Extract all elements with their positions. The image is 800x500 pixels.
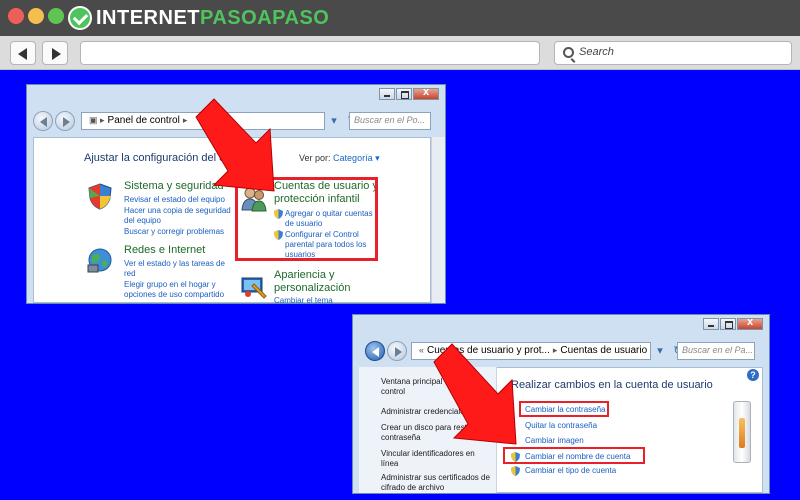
maximize-window-dot[interactable] <box>48 8 64 24</box>
link-change-picture[interactable]: Cambiar imagen <box>525 436 584 445</box>
red-arrow-icon <box>195 98 275 192</box>
link-homegroup[interactable]: Elegir grupo en el hogar y <box>124 280 216 290</box>
category-title-appearance-line2[interactable]: personalización <box>274 282 350 295</box>
left-pane-home-cont[interactable]: control <box>381 387 405 397</box>
user-accounts-window: «Cuentas de usuario y prot...▸Cuentas de… <box>352 314 770 494</box>
brand-name-part1: INTERNET <box>96 6 200 29</box>
minimize-window-dot[interactable] <box>28 8 44 24</box>
security-shield-icon <box>88 183 112 210</box>
vertical-scrollbar[interactable] <box>431 137 445 303</box>
link-network-status[interactable]: Ver el estado y las tareas de <box>124 259 225 269</box>
category-title-appearance-line1[interactable]: Apariencia y <box>274 269 335 282</box>
back-arrow-icon <box>18 48 27 60</box>
browser-titlebar: INTERNET PASOAPASO <box>0 0 800 36</box>
forward-arrow-icon <box>63 117 70 127</box>
left-pane-link-ids-cont[interactable]: línea <box>381 459 398 469</box>
highlight-box-password <box>519 401 609 417</box>
folder-icon: ▣ ▸ <box>89 115 105 125</box>
dropdown-icon[interactable]: ▾ <box>325 112 343 130</box>
back-arrow-icon <box>40 117 47 127</box>
window-search-field[interactable]: Buscar en el Pa... <box>677 342 755 360</box>
minimize-icon[interactable] <box>379 88 395 100</box>
red-arrow-icon <box>433 343 517 445</box>
link-remove-password[interactable]: Quitar la contraseña <box>525 421 597 430</box>
browser-search-field[interactable]: Search <box>554 41 792 65</box>
window-caption-buttons <box>378 86 439 100</box>
breadcrumb-accounts[interactable]: Cuentas de usuario <box>560 345 647 356</box>
brand-name-part2: PASOAPASO <box>200 6 330 29</box>
appearance-icon <box>241 277 267 299</box>
dropdown-icon[interactable]: ▾ <box>651 342 669 360</box>
brand-logo: INTERNET PASOAPASO <box>68 5 329 31</box>
browser-toolbar: Search <box>0 36 800 70</box>
left-pane-certificates-cont[interactable]: cifrado de archivo <box>381 483 444 493</box>
view-by-control[interactable]: Ver por: Categoría ▾ <box>299 153 380 164</box>
link-change-account-type[interactable]: Cambiar el tipo de cuenta <box>525 466 616 475</box>
window-caption-buttons <box>702 316 763 330</box>
link-backup-cont[interactable]: del equipo <box>124 216 161 226</box>
back-nav-button[interactable] <box>365 341 385 361</box>
page-title: Realizar cambios en la cuenta de usuario <box>511 379 713 391</box>
user-picture-tile <box>733 401 751 463</box>
window-search-placeholder: Buscar en el Pa... <box>682 345 754 355</box>
search-icon <box>563 47 574 58</box>
link-troubleshoot[interactable]: Buscar y corregir problemas <box>124 227 224 237</box>
link-change-theme[interactable]: Cambiar el tema <box>274 296 333 303</box>
view-by-label: Ver por: <box>299 153 331 163</box>
folder-icon: « <box>419 345 425 355</box>
window-search-field[interactable]: Buscar en el Po... <box>349 112 431 130</box>
view-by-value[interactable]: Categoría <box>333 153 373 163</box>
close-window-dot[interactable] <box>8 8 24 24</box>
back-nav-button[interactable] <box>33 111 53 131</box>
chevron-right-icon: ▸ <box>552 345 558 355</box>
breadcrumb-control-panel[interactable]: Panel de control <box>108 115 180 126</box>
forward-arrow-icon <box>395 347 402 357</box>
left-pane-certificates[interactable]: Administrar sus certificados de <box>381 473 490 483</box>
uac-shield-icon <box>511 466 520 476</box>
back-arrow-icon <box>372 347 379 357</box>
chevron-down-icon[interactable]: ▾ <box>373 153 380 163</box>
forward-nav-button[interactable] <box>55 111 75 131</box>
maximize-icon[interactable] <box>720 318 736 330</box>
maximize-icon[interactable] <box>396 88 412 100</box>
forward-arrow-icon <box>52 48 61 60</box>
close-icon[interactable] <box>737 316 763 330</box>
link-network-status-cont[interactable]: red <box>124 269 136 279</box>
help-icon[interactable]: ? <box>747 369 759 381</box>
close-icon[interactable] <box>413 86 439 100</box>
checkmark-logo-icon <box>68 6 92 30</box>
window-search-placeholder: Buscar en el Po... <box>354 115 426 125</box>
link-homegroup-cont[interactable]: opciones de uso compartido <box>124 290 224 300</box>
network-globe-icon <box>87 248 112 273</box>
minimize-icon[interactable] <box>703 318 719 330</box>
back-button[interactable] <box>10 41 36 65</box>
browser-search-placeholder: Search <box>579 46 614 58</box>
left-pane-reset-disk-cont[interactable]: contraseña <box>381 433 421 443</box>
url-bar[interactable] <box>80 41 540 65</box>
link-backup[interactable]: Hacer una copia de seguridad <box>124 206 231 216</box>
forward-button[interactable] <box>42 41 68 65</box>
category-title-network[interactable]: Redes e Internet <box>124 244 205 257</box>
forward-nav-button[interactable] <box>387 341 407 361</box>
address-row: «Cuentas de usuario y prot... ▸ Cuentas de… <box>353 339 769 365</box>
